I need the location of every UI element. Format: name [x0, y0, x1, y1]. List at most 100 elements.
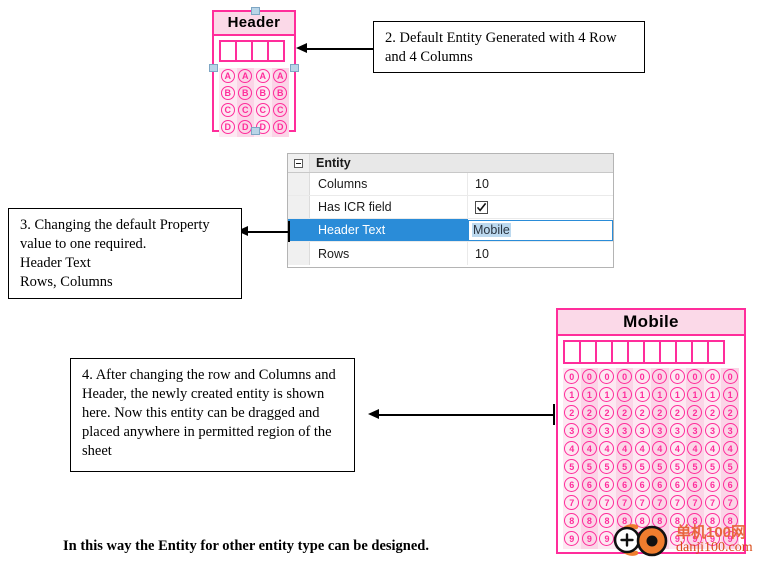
bubble-option[interactable]: 0	[669, 369, 685, 384]
bubble-option[interactable]: 4	[722, 441, 738, 456]
bubble-option[interactable]: B	[238, 86, 253, 100]
bubble-option[interactable]: 7	[599, 495, 615, 510]
bubble-option[interactable]: 7	[687, 495, 703, 510]
bubble-option[interactable]: 2	[669, 405, 685, 420]
mobile-entity-widget[interactable]: Mobile 012345678901234567890123456789012…	[556, 308, 746, 554]
selection-handle-left[interactable]	[209, 64, 218, 72]
bubble-option[interactable]: 2	[634, 405, 650, 420]
bubble-option[interactable]: 1	[687, 387, 703, 402]
bubble-option[interactable]: 1	[652, 387, 668, 402]
header-text-input[interactable]: Mobile	[468, 219, 613, 241]
bubble-option[interactable]: C	[238, 103, 253, 117]
bubble-option[interactable]: D	[220, 120, 235, 134]
bubble-option[interactable]: 6	[705, 477, 721, 492]
bubble-option[interactable]: 6	[722, 477, 738, 492]
bubble-option[interactable]: 0	[634, 369, 650, 384]
property-value-rows[interactable]: 10	[468, 242, 613, 265]
bubble-option[interactable]: 2	[722, 405, 738, 420]
bubble-option[interactable]: 9	[581, 531, 597, 546]
bubble-option[interactable]: 7	[581, 495, 597, 510]
bubble-option[interactable]: B	[255, 86, 270, 100]
bubble-option[interactable]: 9	[564, 531, 580, 546]
bubble-option[interactable]: 1	[581, 387, 597, 402]
selection-handle-top[interactable]	[251, 7, 260, 15]
bubble-option[interactable]: 3	[687, 423, 703, 438]
bubble-option[interactable]: 7	[634, 495, 650, 510]
bubble-option[interactable]: 6	[599, 477, 615, 492]
bubble-option[interactable]: 2	[652, 405, 668, 420]
bubble-option[interactable]: A	[238, 69, 253, 83]
bubble-option[interactable]: 1	[722, 387, 738, 402]
collapse-group-icon[interactable]	[294, 158, 303, 168]
bubble-option[interactable]: 7	[722, 495, 738, 510]
selection-handle-bottom[interactable]	[251, 127, 260, 135]
icr-cell[interactable]	[267, 40, 285, 62]
property-row-has-icr-field[interactable]: Has ICR field	[288, 196, 613, 219]
bubble-option[interactable]: C	[273, 103, 288, 117]
entity-property-grid[interactable]: Entity Columns 10 Has ICR field Header T…	[287, 153, 614, 268]
bubble-option[interactable]: 2	[564, 405, 580, 420]
property-value-has-icr-field[interactable]	[468, 196, 613, 218]
bubble-option[interactable]: 0	[599, 369, 615, 384]
bubble-option[interactable]: 7	[564, 495, 580, 510]
has-icr-field-checkbox[interactable]	[475, 200, 488, 214]
bubble-option[interactable]: 6	[652, 477, 668, 492]
bubble-option[interactable]: 3	[617, 423, 633, 438]
bubble-option[interactable]: 7	[669, 495, 685, 510]
bubble-option[interactable]: 6	[687, 477, 703, 492]
selection-handle-right[interactable]	[290, 64, 299, 72]
bubble-option[interactable]: 3	[581, 423, 597, 438]
bubble-option[interactable]: B	[273, 86, 288, 100]
bubble-option[interactable]: 1	[599, 387, 615, 402]
bubble-option[interactable]: 6	[634, 477, 650, 492]
bubble-option[interactable]: 3	[722, 423, 738, 438]
bubble-option[interactable]: 4	[599, 441, 615, 456]
bubble-option[interactable]: 1	[634, 387, 650, 402]
bubble-option[interactable]: 4	[564, 441, 580, 456]
bubble-option[interactable]: 3	[652, 423, 668, 438]
property-row-columns[interactable]: Columns 10	[288, 173, 613, 196]
bubble-option[interactable]: 2	[599, 405, 615, 420]
bubble-option[interactable]: 2	[617, 405, 633, 420]
bubble-option[interactable]: 5	[634, 459, 650, 474]
property-value-columns[interactable]: 10	[468, 173, 613, 195]
bubble-option[interactable]: 4	[687, 441, 703, 456]
property-row-header-text[interactable]: Header Text Mobile	[288, 219, 613, 242]
bubble-option[interactable]: 0	[705, 369, 721, 384]
icr-cell[interactable]	[707, 340, 725, 364]
bubble-option[interactable]: 3	[669, 423, 685, 438]
bubble-option[interactable]: 4	[652, 441, 668, 456]
bubble-option[interactable]: 5	[617, 459, 633, 474]
bubble-option[interactable]: 1	[564, 387, 580, 402]
default-entity-widget[interactable]: Header ABCDABCDABCDABCD	[209, 7, 299, 137]
bubble-option[interactable]: 8	[581, 513, 597, 528]
bubble-option[interactable]: C	[220, 103, 235, 117]
bubble-option[interactable]: 5	[564, 459, 580, 474]
bubble-option[interactable]: 2	[687, 405, 703, 420]
bubble-option[interactable]: 0	[581, 369, 597, 384]
bubble-option[interactable]: D	[273, 120, 288, 134]
bubble-option[interactable]: C	[255, 103, 270, 117]
bubble-option[interactable]: 1	[617, 387, 633, 402]
bubble-option[interactable]: A	[220, 69, 235, 83]
bubble-option[interactable]: 5	[722, 459, 738, 474]
bubble-option[interactable]: 3	[705, 423, 721, 438]
property-grid-group-header[interactable]: Entity	[288, 154, 613, 173]
bubble-option[interactable]: 1	[705, 387, 721, 402]
bubble-option[interactable]: 2	[705, 405, 721, 420]
bubble-option[interactable]: 4	[634, 441, 650, 456]
property-row-rows[interactable]: Rows 10	[288, 242, 613, 265]
bubble-option[interactable]: 0	[722, 369, 738, 384]
bubble-option[interactable]: B	[220, 86, 235, 100]
bubble-option[interactable]: 4	[581, 441, 597, 456]
bubble-option[interactable]: 4	[617, 441, 633, 456]
bubble-option[interactable]: 8	[564, 513, 580, 528]
bubble-option[interactable]: 5	[669, 459, 685, 474]
bubble-option[interactable]: 0	[652, 369, 668, 384]
bubble-option[interactable]: 5	[705, 459, 721, 474]
bubble-option[interactable]: 6	[581, 477, 597, 492]
bubble-option[interactable]: 6	[617, 477, 633, 492]
bubble-option[interactable]: 7	[705, 495, 721, 510]
bubble-option[interactable]: 6	[669, 477, 685, 492]
bubble-option[interactable]: 0	[687, 369, 703, 384]
